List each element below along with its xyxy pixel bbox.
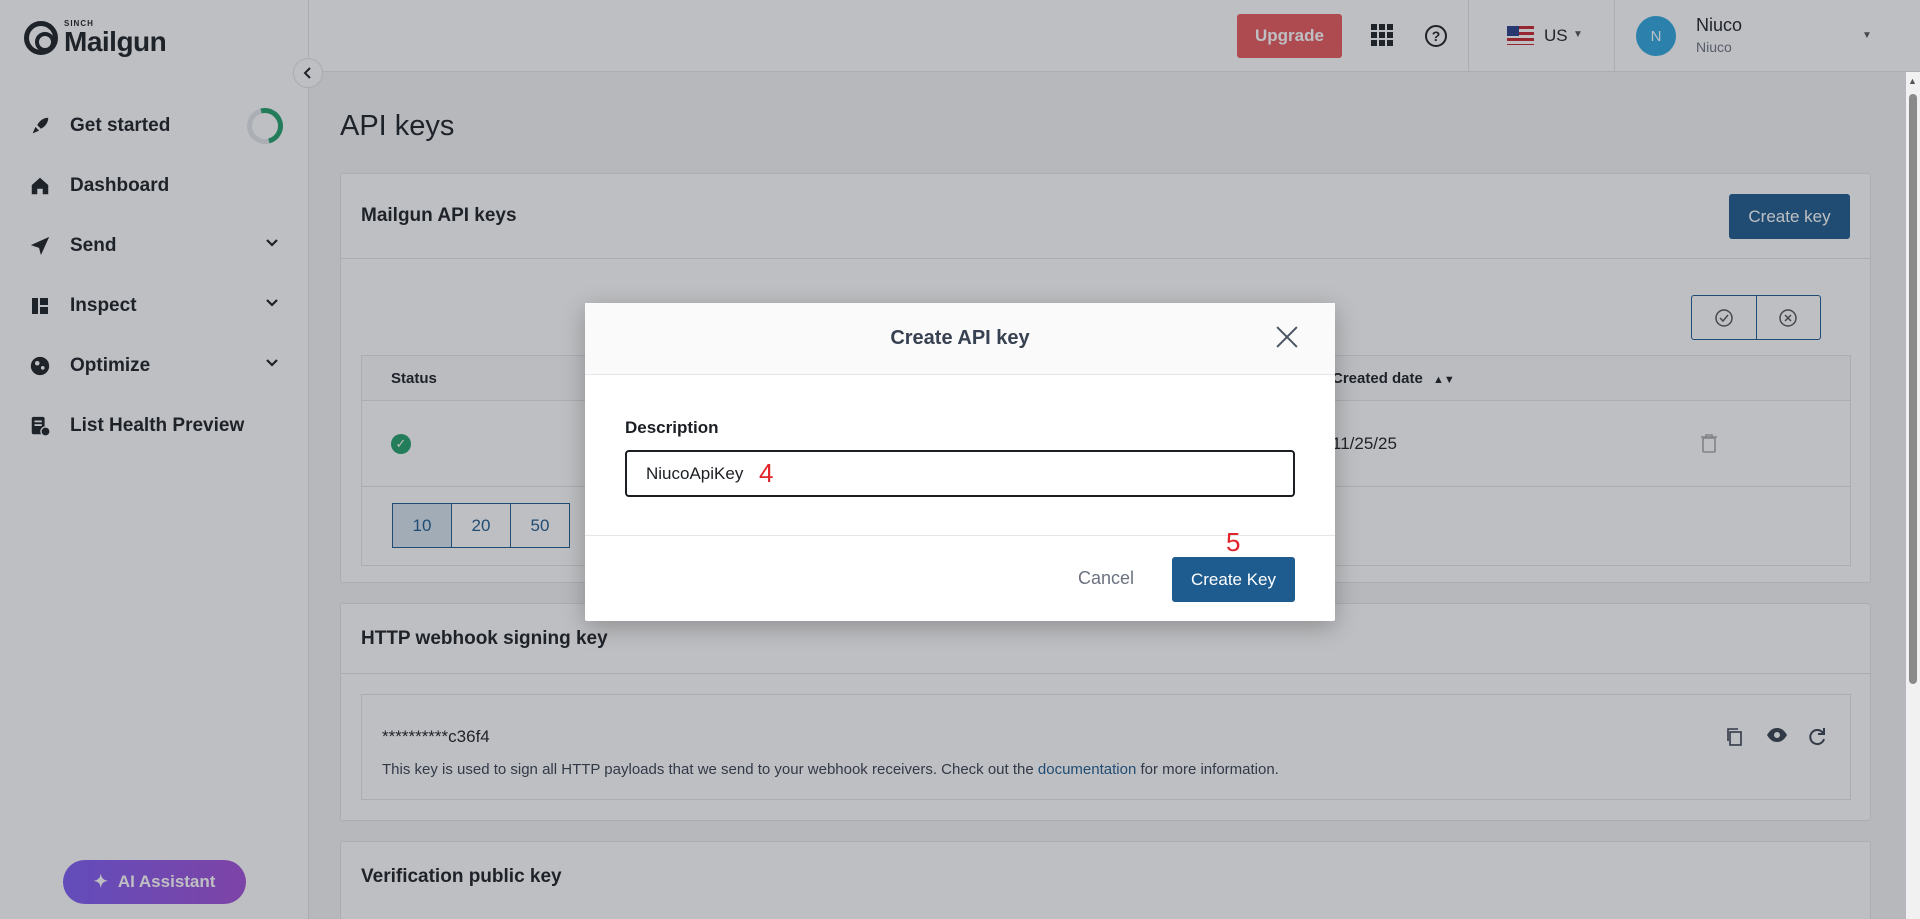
modal-title: Create API key bbox=[890, 327, 1030, 349]
modal-footer: Cancel Create Key bbox=[585, 535, 1335, 621]
scrollbar-thumb[interactable] bbox=[1909, 94, 1917, 684]
scroll-up-arrow-icon[interactable]: ▲ bbox=[1908, 76, 1917, 86]
modal-header: Create API key bbox=[585, 303, 1335, 375]
close-icon[interactable] bbox=[1275, 325, 1299, 349]
step-annotation: 5 bbox=[1226, 527, 1241, 557]
create-key-submit-button[interactable]: Create Key bbox=[1172, 557, 1295, 602]
step-annotation: 4 bbox=[759, 458, 774, 488]
description-label: Description bbox=[625, 418, 719, 437]
scrollbar[interactable]: ▲ bbox=[1906, 72, 1920, 919]
cancel-button[interactable]: Cancel bbox=[1078, 568, 1134, 589]
description-input[interactable] bbox=[625, 450, 1295, 497]
create-api-key-modal: Create API key Description 4 Cancel Crea… bbox=[585, 303, 1335, 621]
